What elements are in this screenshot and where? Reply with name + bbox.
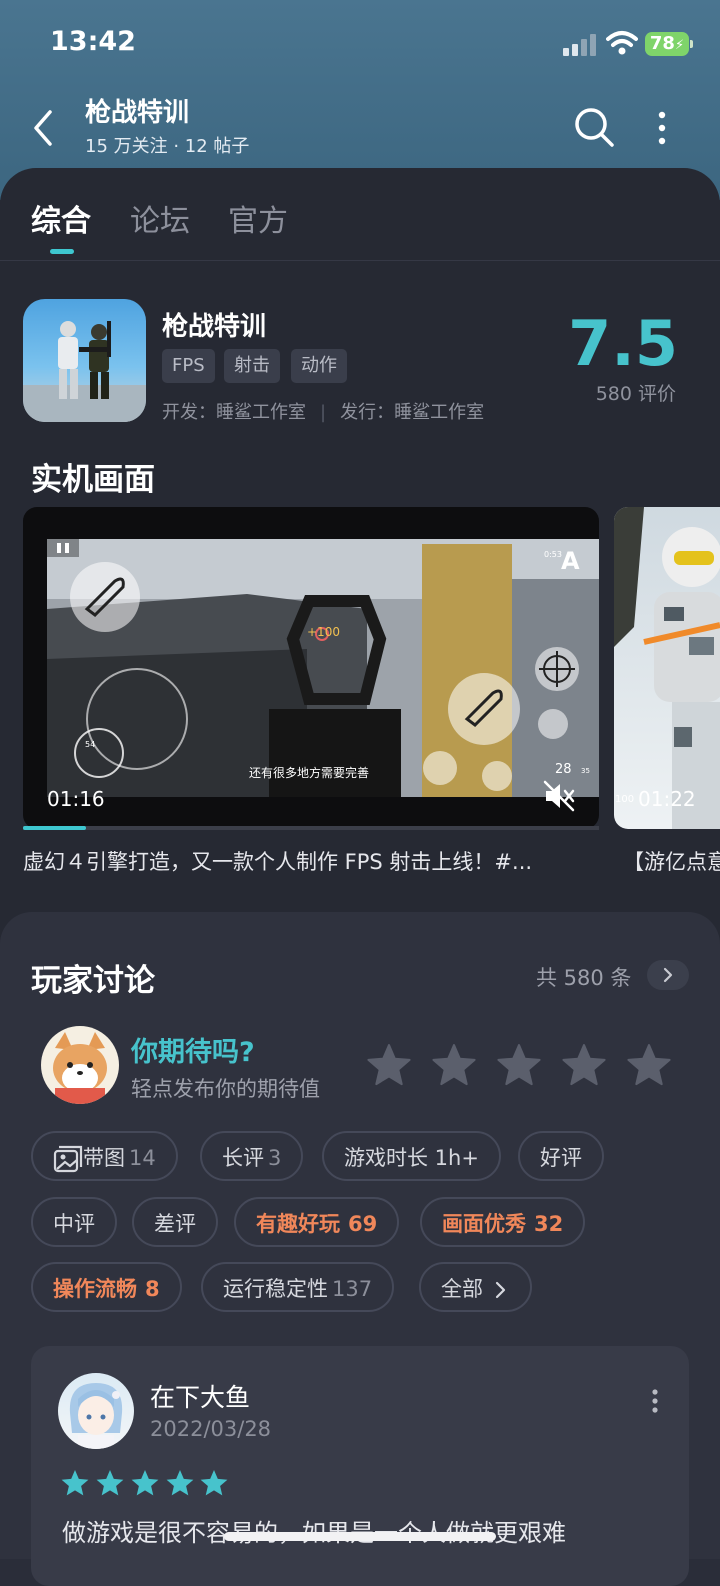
status-bar: 13:42 78⚡ — [0, 0, 720, 90]
home-indicator[interactable] — [224, 1532, 496, 1541]
filter-chip-negative[interactable]: 差评 — [132, 1197, 218, 1247]
review-more-icon[interactable] — [648, 1386, 662, 1416]
video-thumbnail[interactable]: 100 01:22 — [614, 507, 720, 829]
game-credits: 开发：睡鲨工作室 | 发行：睡鲨工作室 — [162, 402, 485, 423]
developer[interactable]: 开发：睡鲨工作室 — [162, 402, 306, 423]
reviewer-avatar[interactable] — [58, 1373, 134, 1449]
game-tag[interactable]: 动作 — [291, 349, 347, 383]
rate-star-icon[interactable] — [496, 1042, 542, 1088]
filter-chip-with-image[interactable]: 带图 14 — [31, 1131, 178, 1181]
rating-star-icon — [96, 1470, 124, 1496]
battery-indicator: 78⚡ — [645, 32, 689, 56]
review-text[interactable]: 做游戏是很不容易的，如果是一个人做就更艰难 — [62, 1513, 566, 1548]
page-title: 枪战特训 — [85, 98, 190, 128]
hud-ammo-max: 35 — [581, 767, 590, 775]
hud-health: 100 — [615, 794, 634, 805]
image-icon — [53, 1145, 83, 1173]
reviewer-name[interactable]: 在下大鱼 — [150, 1378, 250, 1414]
user-avatar[interactable] — [41, 1026, 119, 1104]
chevron-right-icon — [495, 1281, 505, 1299]
hud-ammo: 28 — [555, 762, 572, 777]
rating-star-icon — [131, 1470, 159, 1496]
tab-forum[interactable]: 论坛 — [130, 196, 190, 240]
filter-chip-playtime[interactable]: 游戏时长 1h+ — [322, 1131, 501, 1181]
back-arrow-icon[interactable] — [28, 106, 60, 150]
rating-count[interactable]: 580 评价 — [560, 379, 676, 406]
rating-star-icon — [200, 1470, 228, 1496]
video-frame: +100 还有很多地方需要完善 0:53 A 28 35 54 — [47, 539, 599, 797]
more-options-icon[interactable] — [652, 106, 672, 150]
search-icon[interactable] — [572, 105, 616, 149]
filter-chip-controls[interactable]: 操作流畅 8 — [31, 1262, 182, 1312]
filter-chip-positive[interactable]: 好评 — [518, 1131, 604, 1181]
discussion-total[interactable]: 共 580 条 — [536, 962, 631, 992]
tab-bar — [0, 168, 720, 261]
video-progress-fill — [23, 826, 86, 830]
video-caption[interactable]: 虚幻４引擎打造，又一款个人制作 FPS 射击上线！#... — [23, 846, 599, 876]
publisher[interactable]: 发行：睡鲨工作室 — [340, 402, 484, 423]
video-progress-track[interactable] — [23, 826, 599, 830]
filter-chip-neutral[interactable]: 中评 — [31, 1197, 117, 1247]
status-time: 13:42 — [50, 26, 136, 57]
expectation-subtitle[interactable]: 轻点发布你的期待值 — [131, 1073, 320, 1103]
hud-timer: 0:53 — [544, 550, 562, 559]
video-duration: 01:16 — [47, 787, 105, 811]
filter-chip-fun[interactable]: 有趣好玩 69 — [234, 1197, 400, 1247]
filter-chip-all[interactable]: 全部 — [419, 1262, 532, 1312]
video-caption[interactable]: 【游亿点意 — [623, 846, 720, 876]
rating-score: 7.5 — [568, 307, 678, 380]
rate-star-icon[interactable] — [431, 1042, 477, 1088]
tab-overview[interactable]: 综合 — [31, 196, 91, 240]
video-player[interactable]: +100 还有很多地方需要完善 0:53 A 28 35 54 01:16 — [23, 507, 599, 829]
active-tab-indicator — [50, 249, 74, 254]
section-title-gameplay: 实机画面 — [31, 462, 155, 498]
hud-subtitle: 还有很多地方需要完善 — [249, 765, 369, 780]
battery-cap — [690, 40, 693, 48]
video-frame: 100 — [614, 507, 720, 829]
rate-star-icon[interactable] — [366, 1042, 412, 1088]
rate-star-icon[interactable] — [626, 1042, 672, 1088]
game-icon[interactable] — [23, 299, 146, 422]
section-title-discussion: 玩家讨论 — [31, 963, 155, 999]
review-card[interactable] — [31, 1346, 689, 1586]
expectation-title[interactable]: 你期待吗? — [131, 1030, 255, 1069]
filter-chip-stability[interactable]: 运行稳定性 137 — [201, 1262, 395, 1312]
game-tag[interactable]: 射击 — [224, 349, 280, 383]
mute-icon[interactable] — [542, 779, 576, 813]
wifi-icon — [606, 31, 638, 55]
filter-chip-graphics[interactable]: 画面优秀 32 — [420, 1197, 586, 1247]
hud-plus-score: +100 — [307, 625, 340, 639]
view-all-button[interactable] — [647, 960, 689, 990]
rating-star-icon — [61, 1470, 89, 1496]
cellular-signal-icon — [563, 34, 599, 56]
rating-star-icon — [166, 1470, 194, 1496]
game-tag[interactable]: FPS — [162, 349, 215, 383]
follow-post-stats: 15 万关注 · 12 帖子 — [85, 136, 250, 157]
video-duration: 01:22 — [638, 787, 696, 811]
rate-star-icon[interactable] — [561, 1042, 607, 1088]
game-name: 枪战特训 — [162, 312, 267, 342]
chevron-right-icon — [663, 967, 673, 983]
filter-chip-long-review[interactable]: 长评 3 — [200, 1131, 304, 1181]
review-date: 2022/03/28 — [150, 1417, 272, 1441]
hud-grade: A — [561, 547, 580, 575]
tab-official[interactable]: 官方 — [228, 196, 288, 240]
